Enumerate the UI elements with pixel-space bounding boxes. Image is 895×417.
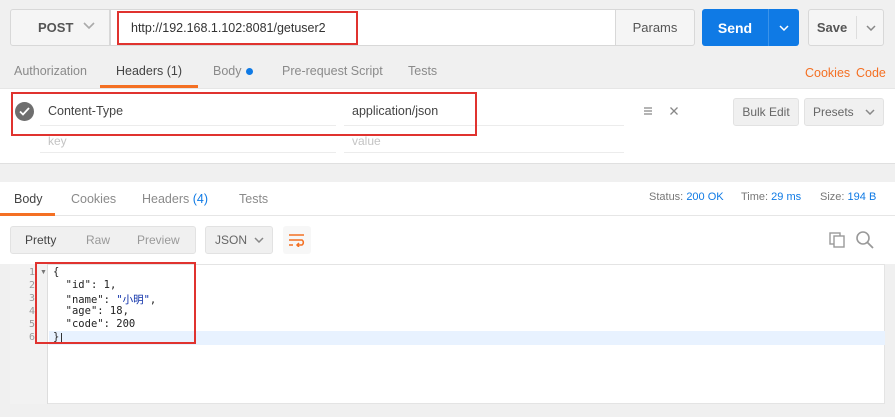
view-mode-group: Pretty Raw Preview bbox=[10, 226, 196, 254]
search-icon[interactable] bbox=[855, 230, 875, 253]
body-indicator-dot bbox=[245, 68, 253, 76]
request-tabs: Authorization Headers (1) Body Pre-reque… bbox=[0, 56, 895, 88]
response-tab-cookies[interactable]: Cookies bbox=[71, 192, 116, 206]
time-label: Time: bbox=[741, 191, 769, 203]
format-label: JSON bbox=[215, 233, 248, 247]
method-select[interactable]: POST bbox=[10, 9, 110, 46]
tab-body-label: Body bbox=[213, 64, 242, 78]
response-headers-label: Headers bbox=[142, 192, 190, 206]
preview-button[interactable]: Preview bbox=[137, 233, 180, 247]
status-label: Status: bbox=[649, 191, 684, 203]
copy-icon[interactable] bbox=[828, 231, 846, 252]
divider bbox=[40, 152, 336, 153]
response-headers-count: (4) bbox=[192, 192, 209, 206]
save-button[interactable]: Save bbox=[808, 9, 884, 46]
response-tab-headers[interactable]: Headers (4) bbox=[142, 192, 208, 206]
response-tabs: Body Cookies Headers (4) Tests Status: 2… bbox=[0, 182, 895, 216]
presets-dropdown[interactable]: Presets bbox=[804, 98, 884, 126]
time-info: Time: 29 ms bbox=[741, 191, 801, 203]
response-tab-tests[interactable]: Tests bbox=[239, 192, 268, 206]
method-label: POST bbox=[38, 20, 74, 35]
bulk-edit-button[interactable]: Bulk Edit bbox=[733, 98, 799, 126]
format-select[interactable]: JSON bbox=[205, 226, 273, 254]
tab-headers[interactable]: Headers (1) bbox=[116, 64, 182, 78]
chevron-down-icon bbox=[83, 21, 95, 33]
pretty-button[interactable]: Pretty bbox=[25, 233, 56, 247]
value-placeholder[interactable]: value bbox=[352, 134, 381, 148]
chevron-down-icon bbox=[865, 107, 875, 118]
status-info: Status: 200 OK bbox=[649, 191, 724, 203]
tab-pre-request-script[interactable]: Pre-request Script bbox=[282, 64, 383, 78]
raw-button[interactable]: Raw bbox=[86, 233, 110, 247]
body-highlight-box bbox=[35, 262, 196, 344]
code-link[interactable]: Code bbox=[856, 66, 886, 80]
params-button[interactable]: Params bbox=[615, 9, 695, 46]
time-value: 29 ms bbox=[771, 191, 802, 203]
send-button[interactable]: Send bbox=[702, 9, 799, 46]
tab-authorization[interactable]: Authorization bbox=[14, 64, 87, 78]
size-label: Size: bbox=[820, 191, 845, 203]
header-highlight-box bbox=[11, 92, 477, 136]
send-label: Send bbox=[717, 19, 753, 36]
response-tab-body[interactable]: Body bbox=[14, 192, 43, 206]
presets-label: Presets bbox=[813, 105, 854, 119]
size-value: 194 B bbox=[847, 191, 877, 203]
chevron-down-icon bbox=[254, 235, 264, 246]
save-label: Save bbox=[816, 20, 848, 35]
key-placeholder[interactable]: key bbox=[48, 134, 67, 148]
send-dropdown-icon[interactable] bbox=[769, 9, 799, 46]
menu-icon[interactable] bbox=[643, 104, 653, 119]
divider bbox=[344, 152, 624, 153]
url-highlight-box bbox=[117, 11, 358, 45]
tab-tests[interactable]: Tests bbox=[408, 64, 437, 78]
cookies-link[interactable]: Cookies bbox=[805, 66, 850, 80]
save-dropdown-icon[interactable] bbox=[857, 10, 884, 45]
close-icon[interactable] bbox=[669, 103, 679, 119]
wrap-lines-icon[interactable] bbox=[283, 226, 311, 254]
size-info: Size: 194 B bbox=[820, 191, 876, 203]
status-value: 200 OK bbox=[686, 191, 724, 203]
tab-body[interactable]: Body bbox=[213, 64, 253, 78]
